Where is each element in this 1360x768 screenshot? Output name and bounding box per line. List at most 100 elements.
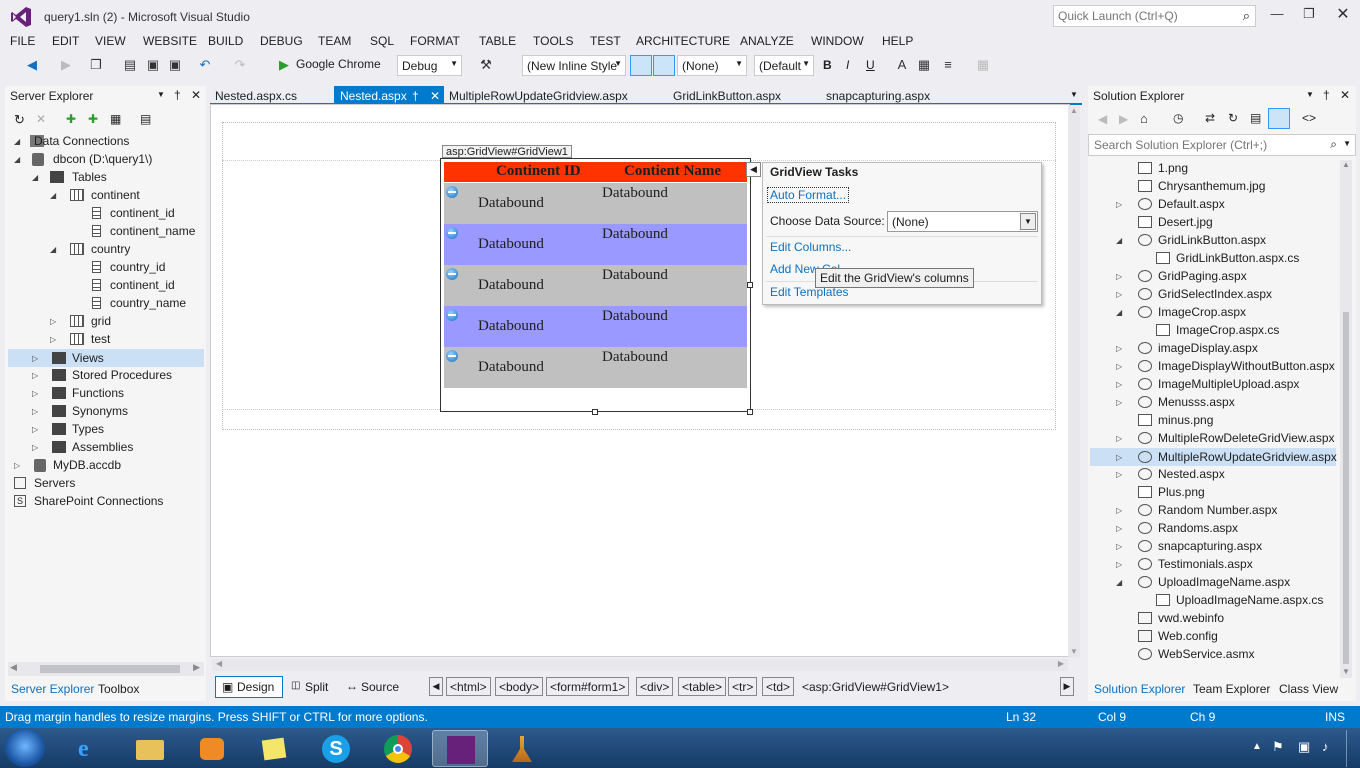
crumb-prev-icon[interactable]: ◀ bbox=[429, 677, 443, 696]
expand-icon[interactable] bbox=[446, 227, 458, 239]
crumb-form[interactable]: <form#form1> bbox=[546, 677, 630, 696]
browser-select[interactable]: Google Chrome bbox=[296, 57, 381, 71]
action-center-icon[interactable]: ⚑ bbox=[1272, 739, 1284, 755]
internet-explorer-icon[interactable]: e bbox=[62, 730, 118, 767]
menu-sql[interactable]: SQL bbox=[370, 34, 394, 48]
volume-icon[interactable]: ♪ bbox=[1322, 739, 1329, 754]
menu-table[interactable]: TABLE bbox=[479, 34, 516, 48]
back-icon[interactable]: ◀ bbox=[24, 58, 40, 72]
show-overlay-icon[interactable] bbox=[630, 55, 652, 76]
scroll-up-icon[interactable]: ▲ bbox=[1070, 106, 1078, 115]
pin-icon[interactable]: † bbox=[1323, 88, 1330, 102]
new-project-icon[interactable]: ❐ bbox=[88, 58, 104, 72]
collapse-all-icon[interactable]: ▤ bbox=[1250, 111, 1261, 125]
pin-icon[interactable]: † bbox=[412, 89, 419, 103]
sticky-notes-icon[interactable] bbox=[246, 730, 302, 767]
target-rule-dropdown[interactable]: (None) ▼ bbox=[677, 55, 747, 76]
tab-server-explorer[interactable]: Server Explorer bbox=[11, 682, 94, 696]
grid-row[interactable]: Databound Databound bbox=[444, 224, 747, 265]
highlight-icon[interactable]: ▦ bbox=[916, 58, 932, 72]
scroll-right-icon[interactable]: ▶ bbox=[1058, 659, 1064, 668]
tab-toolbox[interactable]: Toolbox bbox=[98, 682, 139, 696]
crumb-html[interactable]: <html> bbox=[446, 677, 491, 696]
menu-test[interactable]: TEST bbox=[590, 34, 621, 48]
editor-vscroll[interactable]: ▲ ▼ bbox=[1068, 106, 1080, 658]
resize-handle-right[interactable] bbox=[747, 282, 753, 288]
minimize-button[interactable]: — bbox=[1262, 6, 1292, 21]
solution-vscroll[interactable]: ▲ ▼ bbox=[1340, 160, 1352, 678]
scroll-up-icon[interactable]: ▲ bbox=[1342, 160, 1350, 169]
source-view-button[interactable]: Source bbox=[361, 680, 399, 694]
open-file-icon[interactable]: ▤ bbox=[122, 58, 138, 72]
italic-button[interactable]: I bbox=[846, 58, 849, 72]
tab-nested-aspx-cs[interactable]: Nested.aspx.cs bbox=[215, 89, 297, 103]
crumb-next-icon[interactable]: ▶ bbox=[1060, 677, 1074, 696]
design-view-button[interactable]: ▣ Design bbox=[215, 676, 283, 698]
font-color-icon[interactable]: A bbox=[894, 58, 910, 72]
forward-icon[interactable]: ▶ bbox=[1119, 112, 1128, 126]
gridview-tag-label[interactable]: asp:GridView#GridView1 bbox=[442, 145, 572, 158]
expand-icon[interactable] bbox=[446, 268, 458, 280]
chevron-down-icon[interactable]: ▼ bbox=[1020, 213, 1036, 230]
start-button-icon[interactable] bbox=[5, 729, 45, 767]
menu-window[interactable]: WINDOW bbox=[811, 34, 864, 48]
panel-menu-icon[interactable]: ▼ bbox=[1306, 90, 1314, 99]
grid-row[interactable]: Databound Databound bbox=[444, 306, 747, 347]
scroll-thumb[interactable] bbox=[1343, 312, 1349, 664]
scroll-down-icon[interactable]: ▼ bbox=[1342, 667, 1350, 676]
forward-icon[interactable]: ▶ bbox=[58, 58, 74, 72]
stop-icon[interactable]: ✕ bbox=[36, 112, 46, 126]
media-player-icon[interactable] bbox=[184, 730, 240, 767]
refresh-icon[interactable]: ↻ bbox=[14, 112, 25, 128]
sync-icon[interactable]: ⇄ bbox=[1205, 111, 1215, 125]
expand-icon[interactable] bbox=[446, 309, 458, 321]
data-source-select[interactable]: (None) ▼ bbox=[887, 211, 1038, 232]
apply-styles-icon[interactable] bbox=[653, 55, 675, 76]
refresh-icon[interactable]: ↻ bbox=[1228, 111, 1238, 125]
attach-icon[interactable]: ⚒ bbox=[478, 58, 494, 72]
tab-list-icon[interactable]: ▼ bbox=[1070, 90, 1078, 99]
tab-team-explorer[interactable]: Team Explorer bbox=[1193, 682, 1270, 696]
menu-build[interactable]: BUILD bbox=[208, 34, 243, 48]
edit-columns-link[interactable]: Edit Columns... bbox=[770, 240, 851, 254]
close-button[interactable]: ✕ bbox=[1328, 4, 1358, 24]
save-all-icon[interactable]: ▣ bbox=[167, 58, 183, 72]
crumb-body[interactable]: <body> bbox=[495, 677, 544, 696]
connect-database-icon[interactable]: ✚ bbox=[66, 112, 76, 126]
close-tab-icon[interactable]: ✕ bbox=[430, 89, 440, 103]
grid-row[interactable]: Databound Databound bbox=[444, 183, 747, 224]
skype-icon[interactable]: S bbox=[308, 730, 364, 767]
server-explorer-hscroll[interactable]: ◀ ▶ bbox=[8, 662, 204, 676]
close-icon[interactable]: ✕ bbox=[1340, 88, 1350, 102]
menu-file[interactable]: FILE bbox=[10, 34, 35, 48]
bold-button[interactable]: B bbox=[823, 58, 832, 72]
chrome-icon[interactable] bbox=[370, 730, 426, 767]
connect-server-icon[interactable]: ✚ bbox=[88, 112, 98, 126]
menu-help[interactable]: HELP bbox=[882, 34, 913, 48]
back-icon[interactable]: ◀ bbox=[1098, 112, 1107, 126]
grid-row[interactable]: Databound Databound bbox=[444, 265, 747, 306]
start-debug-icon[interactable]: ▶ bbox=[276, 58, 292, 72]
smart-tag-collapse-icon[interactable]: ◀ bbox=[746, 162, 761, 177]
tab-solution-explorer[interactable]: Solution Explorer bbox=[1094, 682, 1185, 696]
editor-hscroll[interactable]: ◀ ▶ bbox=[212, 659, 1068, 671]
grid-row[interactable]: Databound Databound bbox=[444, 347, 747, 388]
tab-multiple-row-update[interactable]: MultipleRowUpdateGridview.aspx bbox=[449, 89, 628, 103]
pin-icon[interactable]: † bbox=[174, 88, 181, 102]
show-all-files-icon[interactable] bbox=[1268, 108, 1290, 129]
scroll-thumb[interactable] bbox=[40, 665, 180, 673]
resize-handle-corner[interactable] bbox=[747, 409, 753, 415]
resize-handle-bottom[interactable] bbox=[592, 409, 598, 415]
maximize-button[interactable]: ❐ bbox=[1294, 6, 1324, 22]
menu-tools[interactable]: TOOLS bbox=[533, 34, 573, 48]
menu-format[interactable]: FORMAT bbox=[410, 34, 460, 48]
save-icon[interactable]: ▣ bbox=[145, 58, 161, 72]
quick-launch-input[interactable] bbox=[1054, 6, 1224, 26]
home-icon[interactable]: ⌂ bbox=[1140, 111, 1148, 126]
expand-icon[interactable] bbox=[446, 186, 458, 198]
chevron-down-icon[interactable]: ▼ bbox=[1343, 139, 1351, 148]
tab-grid-link-button[interactable]: GridLinkButton.aspx bbox=[673, 89, 781, 103]
table-icon[interactable]: ▦ bbox=[975, 58, 991, 72]
file-explorer-icon[interactable] bbox=[122, 730, 178, 767]
tab-nested-aspx[interactable]: Nested.aspx bbox=[340, 89, 407, 103]
